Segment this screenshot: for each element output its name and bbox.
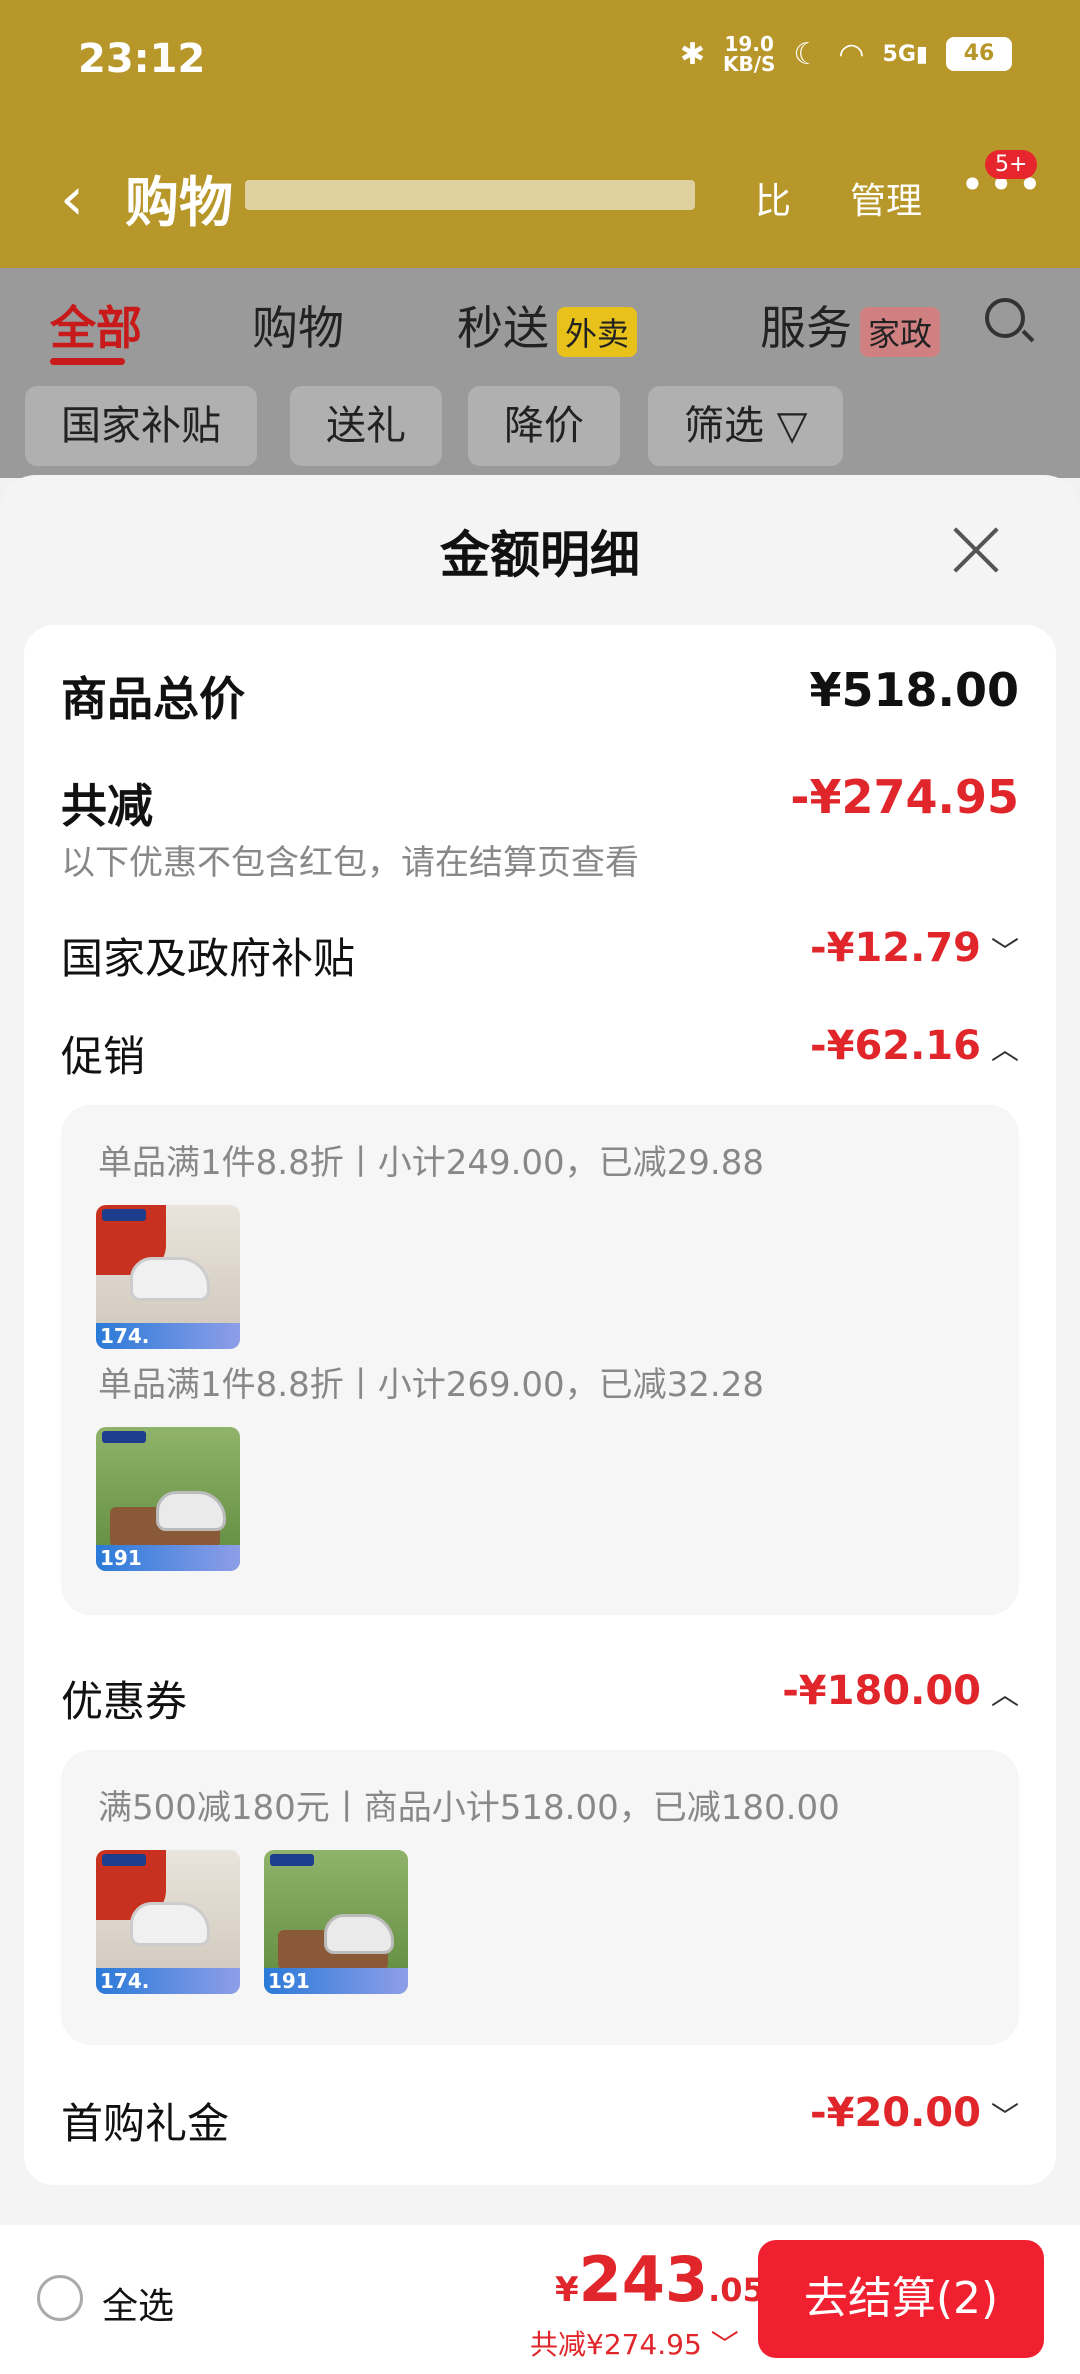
saved-amount[interactable]: 共减¥274.95 ﹀: [530, 2323, 739, 2363]
coupon-detail-box: 满500减180元丨商品小计518.00，已减180.00 174. 191: [61, 1750, 1019, 2045]
select-all-label[interactable]: 全选: [102, 2277, 174, 2329]
total-label: 商品总价: [61, 672, 245, 726]
status-bar: 23:12 ✱ 19.0 KB/S ☾ ◠ 5G▮ 46: [0, 0, 1080, 120]
detail-card: 商品总价 ¥518.00 共减 -¥274.95 以下优惠不包含红包，请在结算页…: [24, 625, 1056, 2185]
chevron-down-icon: ﹀: [990, 935, 1019, 968]
compare-link[interactable]: 比: [755, 172, 791, 224]
product-thumbnail[interactable]: 174.: [96, 1850, 240, 1994]
tabs-overlay: 全部 购物 秒送 外卖 服务 家政 国家补贴 送礼 降价 筛选 ▽: [0, 268, 1080, 478]
tab-tag: 外卖: [557, 306, 638, 357]
gift-value: -¥20.00 ﹀: [810, 2090, 1019, 2136]
back-icon[interactable]: ‹: [60, 164, 84, 234]
promo-item-text: 单品满1件8.8折丨小计269.00，已减32.28: [98, 1365, 765, 1405]
header-overlay: 23:12 ✱ 19.0 KB/S ☾ ◠ 5G▮ 46 ‹ 购物 比 管理 •…: [0, 0, 1080, 268]
bluetooth-icon: ✱: [679, 36, 705, 72]
total-value: ¥518.00: [809, 663, 1019, 717]
tab-underline: [50, 358, 125, 365]
notification-badge: 5+: [985, 150, 1038, 179]
promo-item-text: 单品满1件8.8折丨小计249.00，已减29.88: [98, 1143, 765, 1183]
wifi-icon: ◠: [838, 36, 865, 72]
tab-tag: 家政: [860, 306, 940, 357]
coupon-value: -¥180.00 ︿: [782, 1668, 1019, 1714]
tab-all[interactable]: 全部: [50, 292, 142, 358]
chip-gift[interactable]: 送礼: [290, 386, 442, 466]
product-thumbnail[interactable]: 174.: [96, 1205, 240, 1349]
chevron-down-icon: ﹀: [990, 2100, 1019, 2133]
reduce-value: -¥274.95: [790, 770, 1019, 824]
total-amount: ¥243.05: [555, 2243, 765, 2316]
amount-detail-sheet: 金额明细 商品总价 ¥518.00 共减 -¥274.95 以下优惠不包含红包，…: [0, 475, 1080, 2225]
product-thumbnail[interactable]: 191: [96, 1427, 240, 1571]
coupon-text: 满500减180元丨商品小计518.00，已减180.00: [98, 1788, 840, 1828]
gift-label: 首购礼金: [61, 2099, 230, 2148]
reduce-label: 共减: [61, 779, 153, 833]
product-thumbnail[interactable]: 191: [264, 1850, 408, 1994]
tab-shopping[interactable]: 购物: [252, 292, 344, 358]
page-title: 购物: [125, 171, 233, 234]
checkout-bar: 全选 ¥243.05 共减¥274.95 ﹀ 去结算(2): [0, 2225, 1080, 2374]
battery-icon: 46: [946, 37, 1012, 71]
subsidy-value: -¥12.79 ﹀: [810, 925, 1019, 971]
filter-icon: ▽: [776, 403, 808, 449]
manage-link[interactable]: 管理: [850, 172, 922, 224]
promo-label: 促销: [61, 1032, 146, 1081]
status-icons: ✱ 19.0 KB/S ☾ ◠ 5G▮ 46: [680, 34, 1012, 74]
nav-bar: ‹ 购物 比 管理 ••• 5+: [0, 140, 1080, 240]
promo-detail-box: 单品满1件8.8折丨小计249.00，已减29.88 174. 单品满1件8.8…: [61, 1105, 1019, 1615]
blurred-text: [245, 180, 695, 210]
chip-subsidy[interactable]: 国家补贴: [25, 386, 257, 466]
reduce-note: 以下优惠不包含红包，请在结算页查看: [61, 843, 639, 883]
chip-price-drop[interactable]: 降价: [468, 386, 620, 466]
signal-icon: 5G▮: [882, 41, 928, 67]
chevron-down-icon: ﹀: [710, 2328, 739, 2361]
chevron-up-icon: ︿: [990, 1033, 1019, 1066]
search-icon[interactable]: [985, 298, 1025, 338]
promo-value: -¥62.16 ︿: [810, 1023, 1019, 1069]
close-icon[interactable]: [950, 525, 1000, 575]
status-time: 23:12: [78, 36, 206, 82]
tab-service[interactable]: 服务 家政: [760, 292, 940, 358]
chevron-up-icon: ︿: [990, 1678, 1019, 1711]
tab-delivery[interactable]: 秒送 外卖: [457, 292, 638, 358]
subsidy-label: 国家及政府补贴: [61, 934, 356, 983]
select-all-checkbox[interactable]: [37, 2275, 83, 2321]
moon-icon: ☾: [793, 36, 821, 72]
chip-filter[interactable]: 筛选 ▽: [648, 386, 844, 466]
coupon-label: 优惠券: [61, 1677, 188, 1726]
network-speed: 19.0 KB/S: [722, 32, 776, 76]
sheet-title: 金额明细: [440, 526, 640, 584]
checkout-button[interactable]: 去结算(2): [758, 2240, 1044, 2358]
